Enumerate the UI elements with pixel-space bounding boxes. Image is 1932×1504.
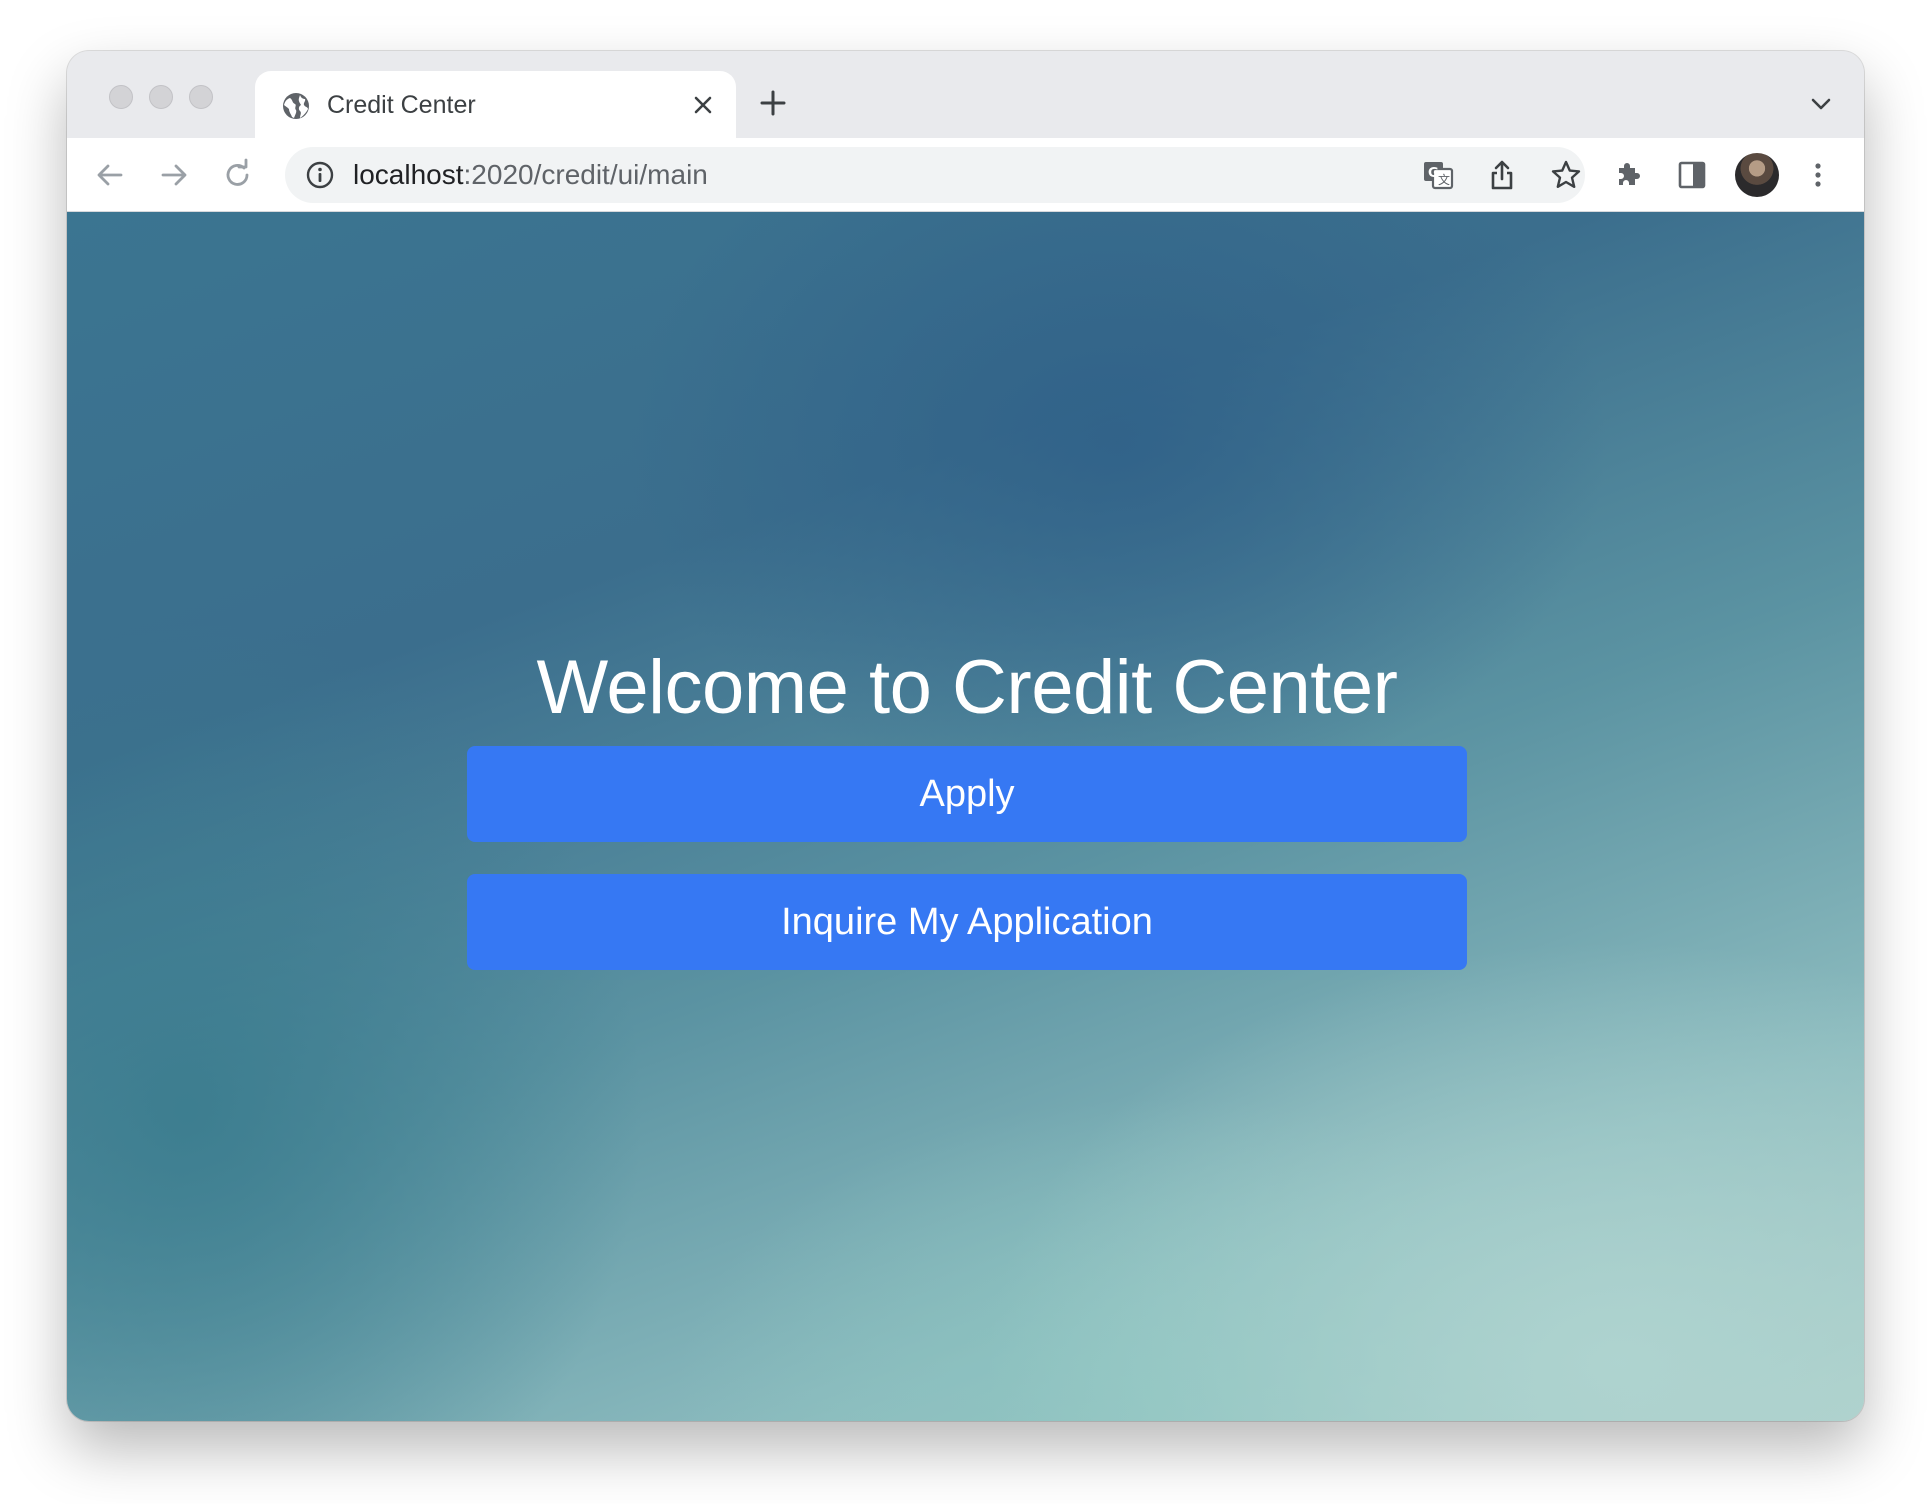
browser-window: Credit Center localhost:2020/credit/ui/m… <box>67 51 1864 1421</box>
globe-icon <box>283 93 309 119</box>
svg-text:文: 文 <box>1438 172 1450 187</box>
page-title: Welcome to Credit Center <box>536 645 1398 730</box>
star-icon[interactable] <box>1549 158 1583 192</box>
tab-strip: Credit Center <box>67 51 1864 138</box>
url-host: localhost <box>353 159 464 190</box>
window-minimize-button[interactable] <box>149 85 173 109</box>
address-url[interactable]: localhost:2020/credit/ui/main <box>353 157 708 193</box>
window-close-button[interactable] <box>109 85 133 109</box>
info-icon[interactable] <box>305 160 335 190</box>
translate-icon[interactable]: G 文 <box>1421 158 1455 192</box>
arrow-right-icon[interactable] <box>157 158 191 192</box>
kebab-menu-icon[interactable] <box>1801 158 1835 192</box>
url-path: :2020/credit/ui/main <box>463 159 708 190</box>
page-viewport: Welcome to Credit Center Apply Inquire M… <box>67 212 1864 1421</box>
side-panel-icon[interactable] <box>1675 158 1709 192</box>
plus-icon[interactable] <box>757 87 789 119</box>
reload-icon[interactable] <box>221 158 255 192</box>
chevron-down-icon[interactable] <box>1808 91 1834 117</box>
close-icon[interactable] <box>688 90 718 120</box>
window-zoom-button[interactable] <box>189 85 213 109</box>
tab-credit-center[interactable]: Credit Center <box>255 71 736 138</box>
address-bar[interactable]: localhost:2020/credit/ui/main G 文 <box>285 147 1585 203</box>
arrow-left-icon[interactable] <box>93 158 127 192</box>
profile-avatar[interactable] <box>1735 153 1779 197</box>
browser-toolbar: localhost:2020/credit/ui/main G 文 <box>67 138 1864 212</box>
share-icon[interactable] <box>1485 158 1519 192</box>
tab-title: Credit Center <box>327 91 476 119</box>
puzzle-icon[interactable] <box>1611 158 1645 192</box>
apply-button[interactable]: Apply <box>467 746 1467 842</box>
inquire-application-button[interactable]: Inquire My Application <box>467 874 1467 970</box>
welcome-panel: Welcome to Credit Center Apply Inquire M… <box>467 642 1467 970</box>
